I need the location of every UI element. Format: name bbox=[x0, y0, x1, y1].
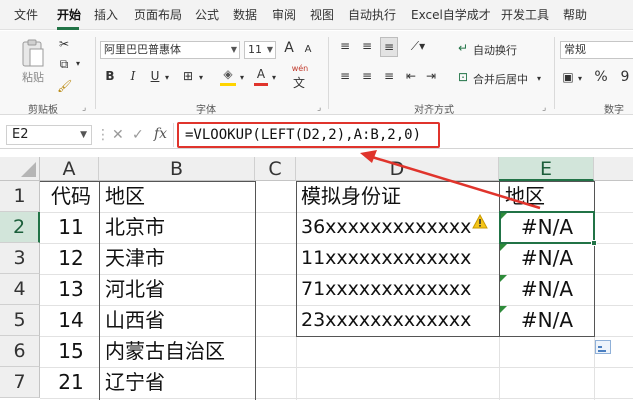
annotation-arrow bbox=[360, 150, 541, 210]
